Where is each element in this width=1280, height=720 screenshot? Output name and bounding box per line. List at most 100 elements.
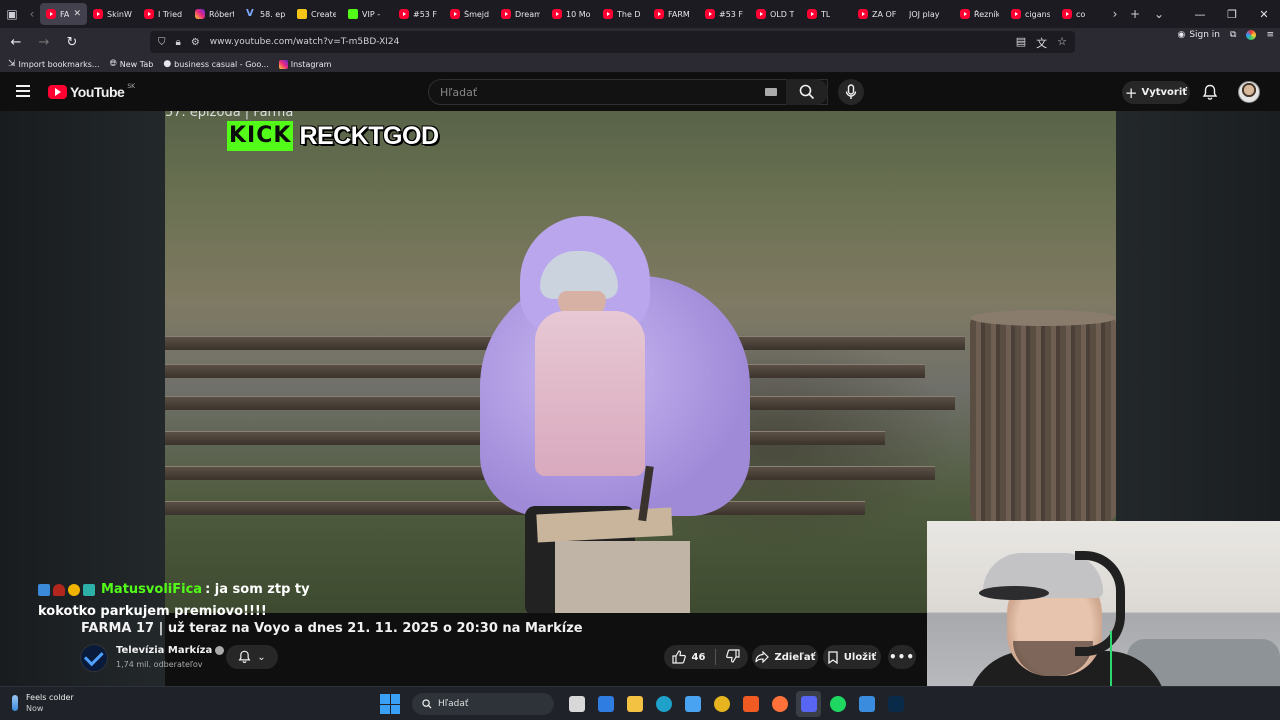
divider <box>715 649 717 665</box>
channel-avatar[interactable] <box>80 644 108 672</box>
more-actions-icon[interactable]: ••• <box>888 645 916 669</box>
bookmark-star-icon[interactable]: ☆ <box>1057 35 1067 51</box>
firefox-icon[interactable] <box>767 691 792 717</box>
page-settings-icon[interactable]: ⚙︎ <box>191 37 200 48</box>
tab-label: JOJ play <box>909 9 940 19</box>
browser-tab[interactable]: The D <box>597 3 648 25</box>
close-tab-icon[interactable]: ✕ <box>73 9 81 19</box>
tab-scroll-right-icon[interactable]: › <box>1107 0 1123 28</box>
task-view-icon[interactable] <box>564 691 589 717</box>
youtube-logo[interactable]: YouTube SK <box>48 82 136 100</box>
browser-tab[interactable]: I Tried <box>138 3 189 25</box>
browser-tab[interactable]: FARM <box>648 3 699 25</box>
like-button[interactable]: 46 <box>671 650 705 664</box>
taskbar-search[interactable]: Hľadať <box>412 693 554 715</box>
spotify-icon[interactable] <box>825 691 850 717</box>
bookmark-item[interactable]: ⇲ Import bookmarks... <box>8 59 100 69</box>
browser-tab[interactable]: 10 Mo <box>546 3 597 25</box>
shield-icon[interactable]: ⛉ <box>158 37 166 48</box>
account-icon: ◉ <box>1177 30 1186 40</box>
store-icon[interactable] <box>593 691 618 717</box>
share-button[interactable]: Zdieľať <box>752 645 818 669</box>
create-button[interactable]: + Vytvoriť <box>1122 81 1190 104</box>
translate-icon[interactable]: ⽂ <box>1036 35 1047 51</box>
browser-tab[interactable]: VIP - <box>342 3 393 25</box>
windows-start-icon[interactable] <box>380 694 400 714</box>
file-explorer-icon[interactable] <box>622 691 647 717</box>
browser-tab[interactable]: co <box>1056 3 1107 25</box>
browser-tab[interactable]: FARM✕ <box>40 3 87 25</box>
address-bar[interactable]: ⛉ 🔒︎ ⚙︎ www.youtube.com/watch?v=T-m5BD-X… <box>150 31 1075 53</box>
forward-icon[interactable]: → <box>32 30 56 54</box>
account-avatar[interactable] <box>1238 81 1260 103</box>
minimize-icon[interactable]: — <box>1184 0 1216 28</box>
youtube-icon <box>858 9 868 19</box>
browser-tab[interactable]: SkinW <box>87 3 138 25</box>
browser-tab[interactable]: Řezník <box>954 3 1005 25</box>
reader-view-icon[interactable]: ▤ <box>1016 35 1026 51</box>
save-button[interactable]: Uložiť <box>823 645 881 669</box>
new-tab-icon[interactable]: + <box>1123 0 1147 28</box>
discord-icon[interactable] <box>796 691 821 717</box>
share-arrow-icon <box>754 651 769 663</box>
browser-tab[interactable]: Create <box>291 3 342 25</box>
browser-tab[interactable]: Dream <box>495 3 546 25</box>
reload-icon[interactable]: ↻ <box>60 30 84 54</box>
guide-menu-icon[interactable] <box>16 85 30 97</box>
back-icon[interactable]: ← <box>4 30 28 54</box>
tab-label: co <box>1076 9 1086 19</box>
voice-search-button[interactable] <box>838 79 864 105</box>
youtube-icon <box>603 9 613 19</box>
subscription-bell-button[interactable]: ⌄ <box>226 645 278 669</box>
lock-icon[interactable]: 🔒︎ <box>176 37 181 48</box>
photoshop-icon[interactable] <box>883 691 908 717</box>
bookmark-item[interactable]: 🌐︎ New Tab <box>110 59 154 69</box>
url-text[interactable]: www.youtube.com/watch?v=T-m5BD-XI24 <box>210 37 400 47</box>
browser-tab[interactable]: ZA OF <box>852 3 903 25</box>
browser-tab[interactable]: OLD T <box>750 3 801 25</box>
youtube-icon <box>1011 9 1021 19</box>
search-button[interactable] <box>786 79 828 105</box>
tab-list-dropdown-icon[interactable]: ⌄ <box>1147 0 1171 28</box>
browser-tab[interactable]: V 58. ep <box>240 3 291 25</box>
v-icon: V <box>246 8 254 19</box>
youtube-icon <box>1062 9 1072 19</box>
browser-tab[interactable]: #53 F <box>393 3 444 25</box>
sign-in-label: Sign in <box>1189 30 1221 40</box>
youtube-icon <box>552 9 562 19</box>
notepad-icon[interactable] <box>854 691 879 717</box>
browser-tab-strip: ▣ ‹ FARM✕SkinWI TriedRóbertV58. epCreate… <box>0 0 1280 28</box>
menu-icon[interactable]: ≡ <box>1266 30 1274 40</box>
bookmark-item[interactable]: ● business casual - Goo... <box>163 59 268 69</box>
bookmark-item[interactable]: Instagram <box>278 59 331 69</box>
edge-icon[interactable] <box>651 691 676 717</box>
search-input[interactable]: Hľadať <box>428 79 828 105</box>
browser-tab[interactable]: Róbert <box>189 3 240 25</box>
notifications-bell-icon[interactable] <box>1202 84 1218 105</box>
photos-icon[interactable] <box>680 691 705 717</box>
streamer-watermark: KICK RECKTGOD <box>227 121 439 151</box>
dislike-button[interactable] <box>726 648 741 666</box>
tab-scroll-left-icon[interactable]: ‹ <box>24 0 40 28</box>
weather-widget[interactable]: Feels colder Now <box>12 692 74 714</box>
color-extension-icon[interactable] <box>1246 30 1257 40</box>
browser-tab[interactable]: Šmejd <box>444 3 495 25</box>
window-controls: — ❐ ✕ <box>1184 0 1280 28</box>
sign-in-button[interactable]: ◉ Sign in <box>1177 30 1220 40</box>
maximize-icon[interactable]: ❐ <box>1216 0 1248 28</box>
extensions-icon[interactable]: ⧉ <box>1230 30 1236 40</box>
tab-list: FARM✕SkinWI TriedRóbertV58. epCreateVIP … <box>40 3 1107 25</box>
address-bar-actions: ▤ ⽂ ☆ <box>1016 35 1067 51</box>
browser-tab[interactable]: JOJ play <box>903 3 954 25</box>
close-window-icon[interactable]: ✕ <box>1248 0 1280 28</box>
browser-tab[interactable]: TL <box>801 3 852 25</box>
tab-label: FARM <box>60 9 70 19</box>
tab-overview-icon[interactable]: ▣ <box>0 0 24 28</box>
browser-tab[interactable]: #53 F <box>699 3 750 25</box>
brave-icon[interactable] <box>738 691 763 717</box>
channel-name[interactable]: Televízia Markíza <box>116 645 225 656</box>
browser-tab[interactable]: cigans <box>1005 3 1056 25</box>
chrome-icon[interactable] <box>709 691 734 717</box>
region-code: SK <box>127 82 136 90</box>
keyboard-icon[interactable] <box>765 88 777 96</box>
